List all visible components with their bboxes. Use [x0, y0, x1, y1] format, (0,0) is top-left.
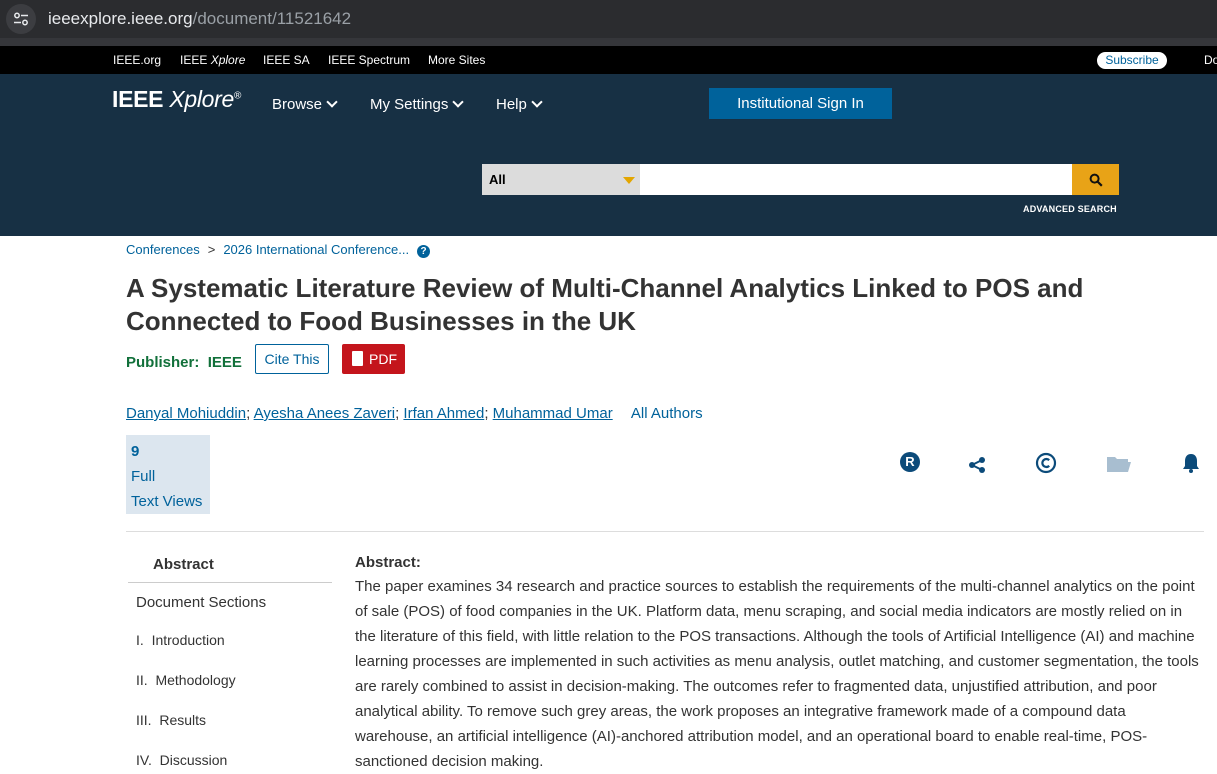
text-views-metric[interactable]: 9 Full Text Views [126, 435, 210, 514]
nav-my-settings[interactable]: My Settings [370, 96, 465, 113]
meta-link-cut[interactable]: Do [1204, 53, 1217, 67]
breadcrumb-conferences[interactable]: Conferences [126, 242, 200, 257]
breadcrumb-conference[interactable]: 2026 International Conference... [223, 242, 409, 257]
section-number: III. [136, 712, 152, 728]
help-icon[interactable]: ? [417, 245, 431, 258]
sidebar-section-methodology[interactable]: II. Methodology [136, 672, 236, 688]
sidebar-document-sections[interactable]: Document Sections [136, 594, 266, 611]
section-label: Discussion [159, 752, 228, 768]
logo-bold: IEEE [112, 86, 164, 112]
url-path: /document/11521642 [192, 9, 352, 28]
meta-link-ieee-org[interactable]: IEEE.org [113, 53, 161, 67]
author-link[interactable]: Irfan Ahmed [403, 405, 484, 422]
views-label-line2: Text Views [131, 493, 203, 510]
content-divider [126, 531, 1204, 532]
section-number: I. [136, 632, 144, 648]
meta-link-more-sites[interactable]: More Sites [428, 53, 485, 67]
folder-icon[interactable] [1106, 455, 1132, 478]
alert-bell-icon[interactable] [1181, 452, 1201, 479]
section-label: Introduction [151, 632, 225, 648]
chevron-down-icon [452, 96, 465, 108]
sidebar-section-introduction[interactable]: I. Introduction [136, 632, 225, 648]
search-input[interactable] [640, 164, 1072, 195]
sidebar-divider [128, 582, 332, 583]
publisher-label: Publisher: [126, 354, 200, 371]
section-number: II. [136, 672, 148, 688]
logo-italic: Xplore [169, 86, 234, 112]
rights-icon[interactable]: R [900, 452, 920, 472]
url-host: ieeexplore.ieee.org [48, 9, 193, 28]
search-scope-select[interactable]: All [482, 164, 640, 195]
sidebar-section-discussion[interactable]: IV. Discussion [136, 752, 227, 768]
nav-browse[interactable]: Browse [272, 96, 338, 113]
cite-this-button[interactable]: Cite This [255, 344, 329, 374]
pdf-file-icon [352, 351, 363, 366]
nav-help[interactable]: Help [496, 96, 543, 113]
ieee-xplore-logo[interactable]: IEEE Xplore® [112, 86, 241, 113]
abstract-text: The paper examines 34 research and pract… [355, 578, 1199, 770]
section-number: IV. [136, 752, 152, 768]
page-title: A Systematic Literature Review of Multi-… [126, 273, 1084, 336]
chevron-down-icon [531, 96, 543, 108]
subscribe-button[interactable]: Subscribe [1097, 52, 1167, 69]
abstract-heading: Abstract: [355, 554, 421, 571]
search-button[interactable] [1072, 164, 1119, 195]
ieee-meta-bar: IEEE.org IEEE Xplore IEEE SA IEEE Spectr… [0, 46, 1217, 74]
institutional-sign-in-button[interactable]: Institutional Sign In [709, 88, 892, 119]
meta-link-ieee-xplore[interactable]: IEEE Xplore [180, 53, 245, 67]
breadcrumb: Conferences >2026 International Conferenc… [126, 242, 431, 258]
advanced-search-link[interactable]: ADVANCED SEARCH [1023, 204, 1117, 214]
breadcrumb-separator: > [207, 242, 216, 257]
author-list: Danyal Mohiuddin; Ayesha Anees Zaveri; I… [126, 405, 703, 422]
search-icon [1089, 173, 1103, 187]
meta-link-ieee-sa[interactable]: IEEE SA [263, 53, 310, 67]
search-scope-value: All [489, 172, 506, 187]
publisher-line: Publisher: IEEE [126, 354, 242, 371]
site-info-icon[interactable] [6, 4, 36, 34]
pdf-button[interactable]: PDF [342, 344, 405, 374]
author-link[interactable]: Danyal Mohiuddin [126, 405, 246, 422]
url-text[interactable]: ieeexplore.ieee.org/document/11521642 [48, 9, 351, 29]
section-label: Methodology [155, 672, 236, 688]
views-count: 9 [131, 443, 140, 460]
all-authors-link[interactable]: All Authors [631, 405, 703, 422]
browser-divider [0, 38, 1217, 46]
nav-my-settings-label: My Settings [370, 96, 449, 113]
author-link[interactable]: Ayesha Anees Zaveri [254, 405, 395, 422]
share-icon[interactable] [968, 456, 986, 479]
views-label-line1: Full [131, 468, 156, 485]
browser-address-bar[interactable]: ieeexplore.ieee.org/document/11521642 [0, 0, 1217, 38]
pdf-label: PDF [369, 351, 397, 367]
sidebar-abstract[interactable]: Abstract [153, 556, 214, 573]
sidebar-section-results[interactable]: III. Results [136, 712, 206, 728]
meta-link-ieee-spectrum[interactable]: IEEE Spectrum [328, 53, 410, 67]
nav-help-label: Help [496, 96, 527, 113]
nav-browse-label: Browse [272, 96, 323, 113]
author-link[interactable]: Muhammad Umar [493, 405, 613, 422]
chevron-down-icon [326, 96, 338, 108]
copyright-icon[interactable] [1035, 452, 1057, 479]
dropdown-triangle-icon [623, 177, 635, 184]
publisher-name: IEEE [207, 354, 242, 371]
logo-registered: ® [234, 90, 242, 102]
section-label: Results [159, 712, 207, 728]
